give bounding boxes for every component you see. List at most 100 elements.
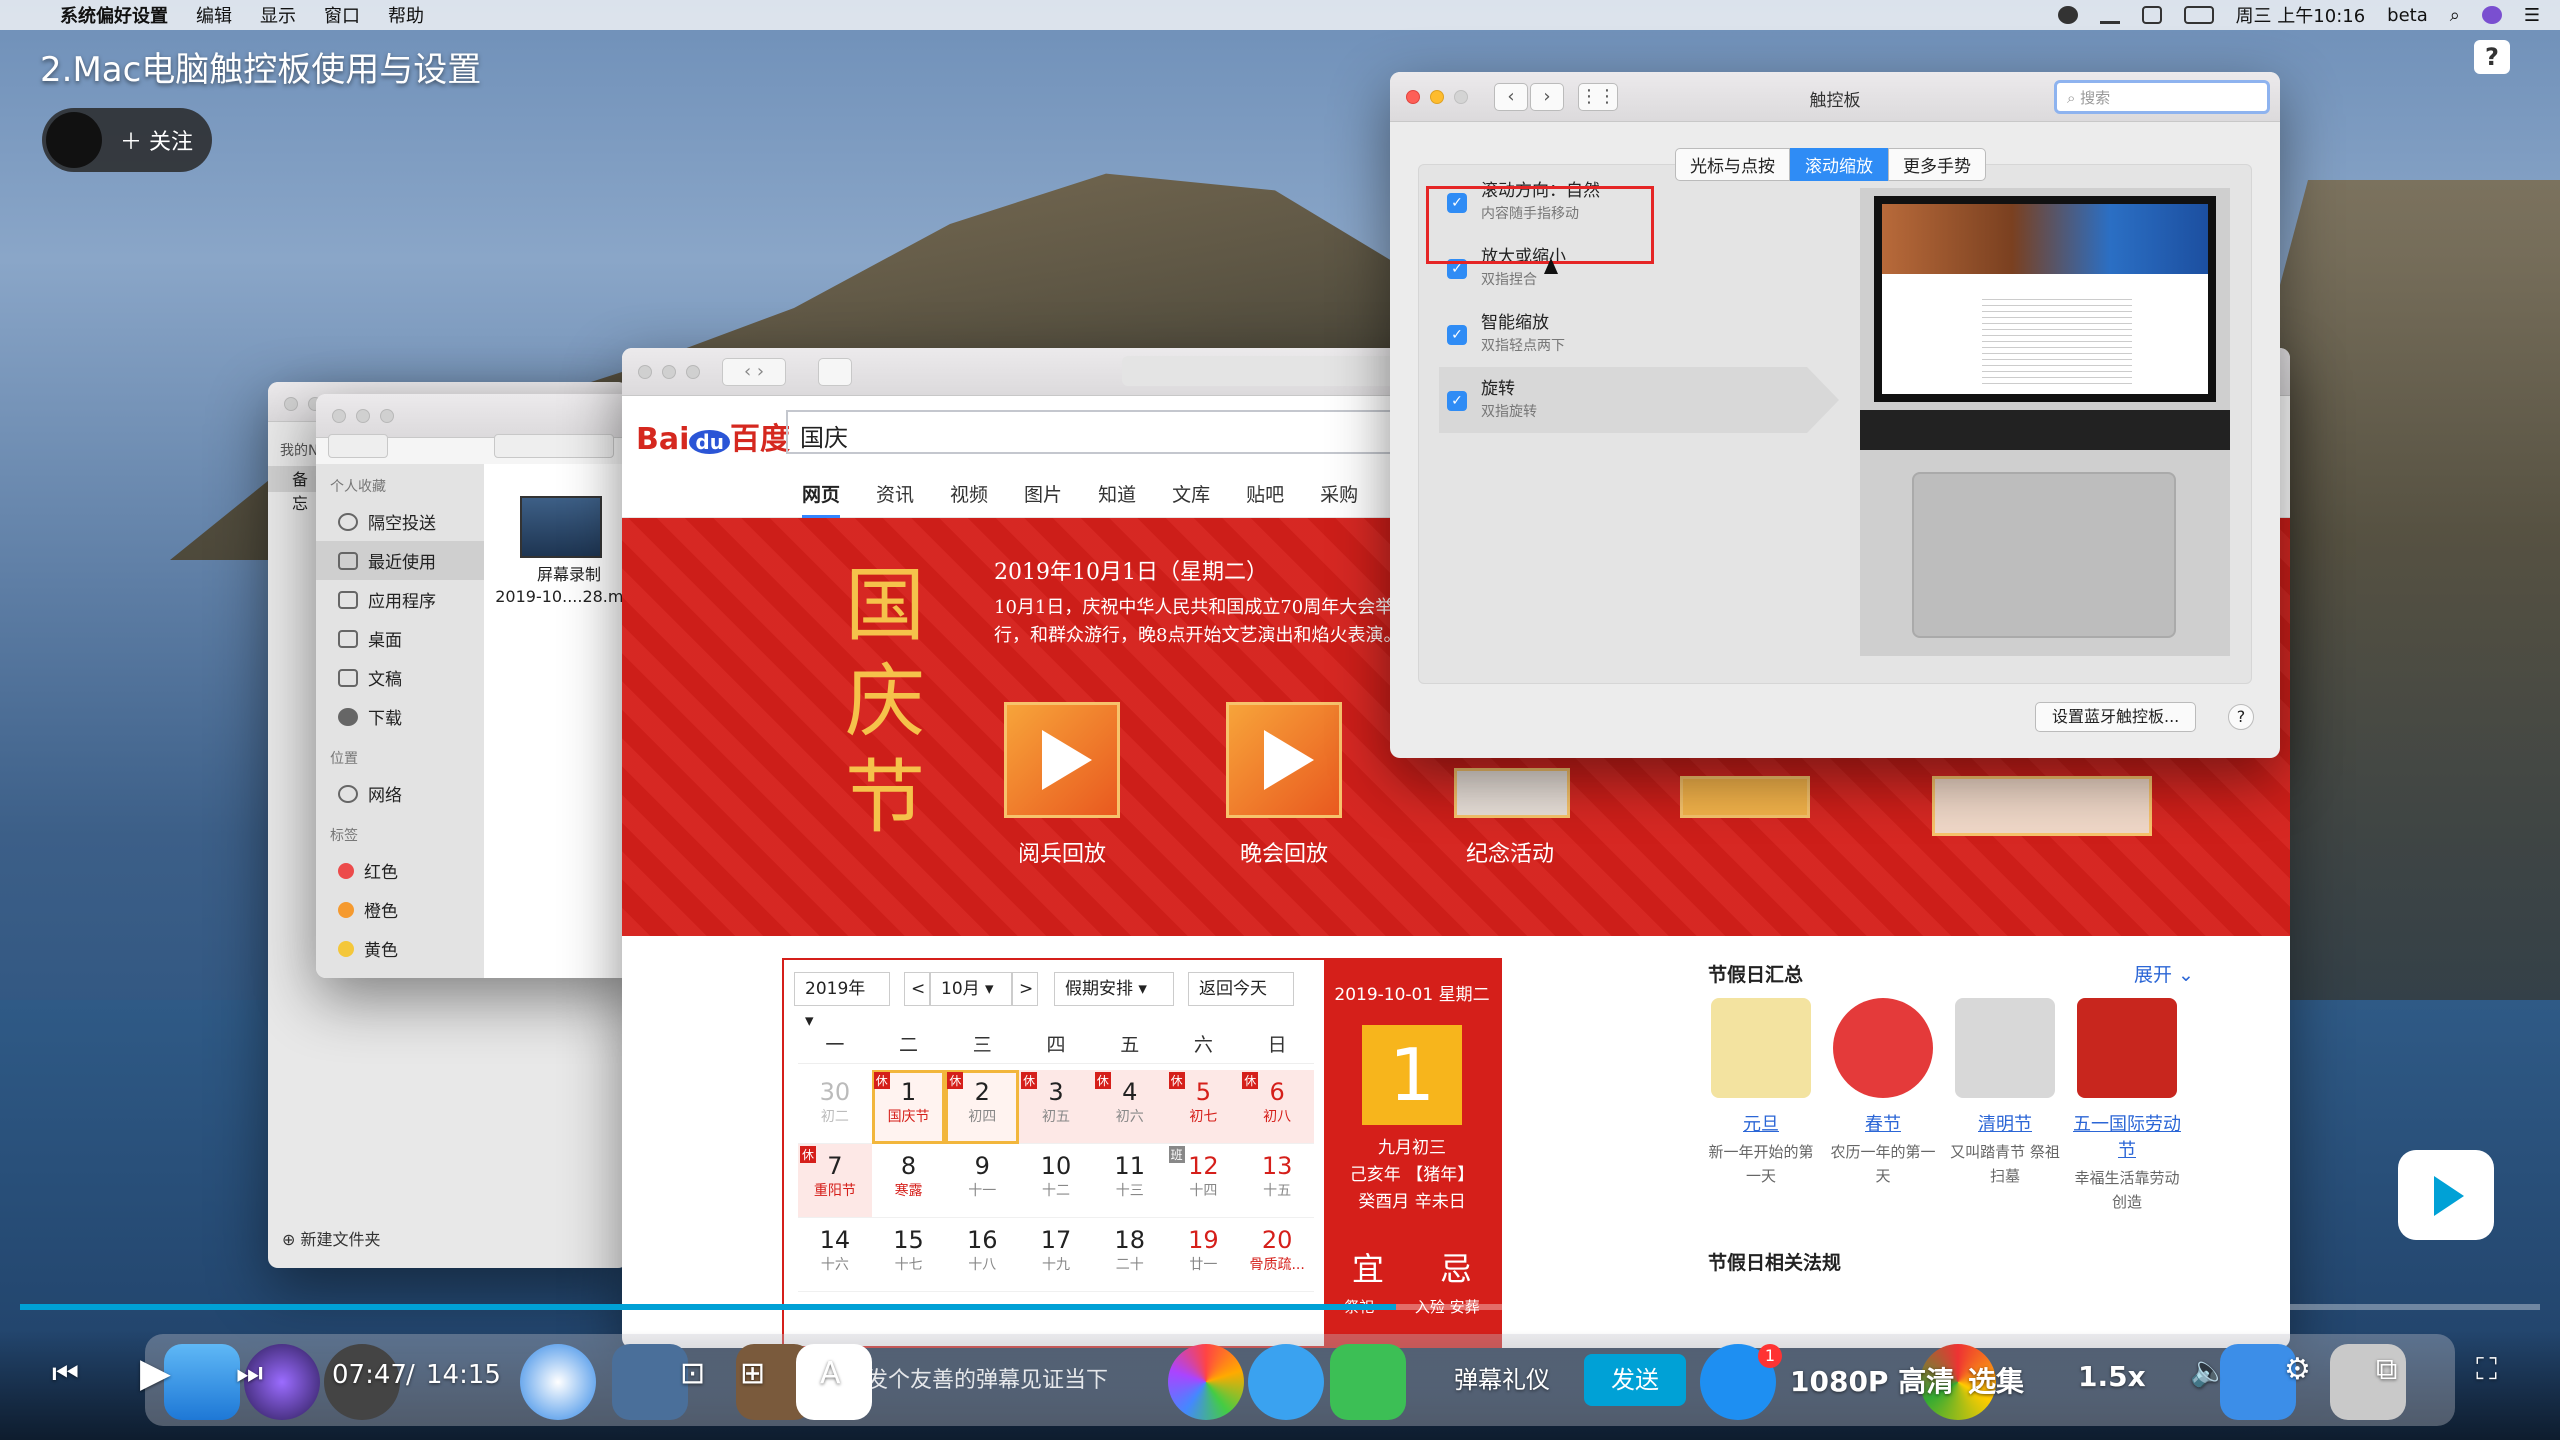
option-rotate[interactable]: ✓ 旋转 双指旋转: [1447, 377, 1537, 421]
danmu-toggle-icon[interactable]: ⊡: [680, 1356, 705, 1391]
prefs-help-button[interactable]: ?: [2228, 704, 2254, 730]
calendar-day[interactable]: 13 十五: [1240, 1144, 1314, 1218]
calendar-day[interactable]: 18 二十: [1092, 1218, 1167, 1292]
tag-green[interactable]: 绿色: [316, 968, 484, 978]
calendar-day[interactable]: 休 2 初四: [945, 1070, 1020, 1144]
month-select[interactable]: 10月 ▾: [930, 972, 1012, 1006]
calendar-day[interactable]: 班 12 十四: [1166, 1144, 1241, 1218]
danmu-settings-icon[interactable]: ⊞: [740, 1356, 765, 1391]
bilibili-tv-icon[interactable]: [2398, 1150, 2494, 1240]
tab-more-gestures[interactable]: 更多手势: [1888, 148, 1986, 181]
sidebar-item-applications[interactable]: 应用程序: [316, 580, 484, 619]
send-danmu-button[interactable]: 发送: [1584, 1354, 1686, 1406]
sidebar-item-airdrop[interactable]: 隔空投送: [316, 502, 484, 541]
clock[interactable]: 周三 上午10:16: [2236, 2, 2366, 28]
menu-help[interactable]: 帮助: [388, 2, 424, 28]
play-button[interactable]: ▶: [140, 1350, 171, 1396]
video-help-icon[interactable]: ?: [2474, 40, 2510, 74]
calendar-day[interactable]: 8 寒露: [871, 1144, 946, 1218]
holiday-item[interactable]: 元旦 新一年开始的第一天: [1706, 998, 1816, 1188]
menu-app-name[interactable]: 系统偏好设置: [60, 2, 168, 28]
calendar-day[interactable]: 休 5 初七: [1166, 1070, 1241, 1144]
smart-zoom-checkbox[interactable]: ✓: [1447, 325, 1467, 345]
parade-replay-label[interactable]: 阅兵回放: [982, 836, 1142, 868]
banner-card-5[interactable]: [1932, 776, 2152, 836]
calendar-day[interactable]: 14 十六: [798, 1218, 872, 1292]
calendar-day[interactable]: 19 廿一: [1166, 1218, 1241, 1292]
setup-bluetooth-trackpad-button[interactable]: 设置蓝牙触控板...: [2035, 702, 2197, 732]
danmu-etiquette-link[interactable]: 弹幕礼仪: [1454, 1360, 1550, 1395]
progress-bar[interactable]: [20, 1304, 2540, 1310]
tab-images[interactable]: 图片: [1024, 480, 1062, 518]
calendar-day[interactable]: 休 1 国庆节: [871, 1070, 946, 1144]
speed-selector[interactable]: 1.5x: [2078, 1360, 2146, 1393]
holiday-image[interactable]: [1955, 998, 2055, 1098]
follow-button[interactable]: ＋ 关注: [120, 124, 193, 156]
holiday-image[interactable]: [2077, 998, 2177, 1098]
episode-selector[interactable]: 选集: [1968, 1360, 2024, 1400]
back-to-today-button[interactable]: 返回今天: [1188, 972, 1294, 1006]
memorial-card[interactable]: [1454, 768, 1570, 818]
menu-edit[interactable]: 编辑: [196, 2, 232, 28]
calendar-day[interactable]: 16 十八: [945, 1218, 1020, 1292]
gala-replay-label[interactable]: 晚会回放: [1204, 836, 1364, 868]
sidebar-item-documents[interactable]: 文稿: [316, 658, 484, 697]
new-folder-button[interactable]: ⊕ 新建文件夹: [282, 1226, 381, 1250]
danmu-style-icon[interactable]: A: [820, 1356, 841, 1391]
next-button[interactable]: ⏭: [236, 1356, 263, 1391]
follow-uploader[interactable]: ＋ 关注: [42, 108, 212, 172]
danmu-input[interactable]: 发个友善的弹幕见证当下: [860, 1358, 1380, 1404]
tab-video[interactable]: 视频: [950, 480, 988, 518]
tag-yellow[interactable]: 黄色: [316, 929, 484, 968]
keyboard-input-icon[interactable]: [2141, 6, 2162, 24]
quality-selector[interactable]: 1080P 高清: [1790, 1360, 1954, 1400]
finder-dock-icon[interactable]: [164, 1344, 240, 1420]
close-button[interactable]: [332, 409, 346, 423]
zoom-button[interactable]: [380, 409, 394, 423]
safari-back-forward[interactable]: ‹ ›: [722, 358, 786, 386]
calendar-day[interactable]: 11 十三: [1092, 1144, 1167, 1218]
tab-web[interactable]: 网页: [802, 480, 841, 518]
calendar-day[interactable]: 休 4 初六: [1092, 1070, 1167, 1144]
tag-orange[interactable]: 橙色: [316, 890, 484, 929]
option-smart-zoom[interactable]: ✓ 智能缩放 双指轻点两下: [1447, 311, 1565, 355]
calendar-day[interactable]: 20 骨质疏...: [1240, 1218, 1314, 1292]
siri-icon[interactable]: [2481, 6, 2502, 24]
calendar-day[interactable]: 休 3 初五: [1019, 1070, 1093, 1144]
holiday-select[interactable]: 假期安排 ▾: [1054, 972, 1174, 1006]
tab-news[interactable]: 资讯: [876, 480, 914, 518]
previous-button[interactable]: ⏮: [52, 1356, 79, 1391]
prefs-search-input[interactable]: ⌕ 搜索: [2054, 80, 2270, 114]
picture-in-picture-icon[interactable]: ⧉: [2376, 1352, 2397, 1387]
calendar-day[interactable]: 15 十七: [871, 1218, 946, 1292]
minimize-button[interactable]: [356, 409, 370, 423]
file-thumbnail[interactable]: [520, 496, 602, 558]
gala-replay-card[interactable]: [1226, 702, 1342, 818]
volume-icon[interactable]: 🔈: [2190, 1354, 2227, 1389]
tab-tieba[interactable]: 贴吧: [1246, 480, 1284, 518]
baidu-logo[interactable]: Bai du 百度: [636, 414, 790, 458]
menu-view[interactable]: 显示: [260, 2, 296, 28]
banner-card-4[interactable]: [1680, 776, 1810, 818]
calendar-day[interactable]: 休 6 初八: [1240, 1070, 1314, 1144]
rotate-checkbox[interactable]: ✓: [1447, 391, 1467, 411]
holidays-expand-link[interactable]: 展开 ⌄: [2134, 960, 2194, 987]
sidebar-toggle-icon[interactable]: [818, 358, 852, 386]
tab-scroll-zoom[interactable]: 滚动缩放: [1790, 148, 1888, 181]
year-select[interactable]: 2019年 ▾: [794, 972, 890, 1031]
tab-wenku[interactable]: 文库: [1172, 480, 1210, 518]
tab-point-click[interactable]: 光标与点按: [1675, 148, 1790, 181]
notification-center-icon[interactable]: ☰: [2524, 5, 2540, 26]
spotlight-search-icon[interactable]: ⌕: [2450, 5, 2460, 26]
calendar-day[interactable]: 10 十二: [1019, 1144, 1093, 1218]
safari-zoom-button[interactable]: [686, 365, 700, 379]
back-sidebar-item[interactable]: 备忘: [268, 466, 322, 513]
calendar-day[interactable]: 休 7 重阳节: [798, 1144, 872, 1218]
sidebar-item-downloads[interactable]: 下载: [316, 697, 484, 736]
sidebar-item-recents[interactable]: 最近使用: [316, 541, 484, 580]
calendar-day[interactable]: 9 十一: [945, 1144, 1020, 1218]
calendar-day[interactable]: 17 十九: [1019, 1218, 1093, 1292]
settings-gear-icon[interactable]: ⚙: [2284, 1352, 2311, 1387]
wifi-icon[interactable]: [2099, 6, 2120, 24]
holiday-item[interactable]: 春节 农历一年的第一天: [1828, 998, 1938, 1188]
